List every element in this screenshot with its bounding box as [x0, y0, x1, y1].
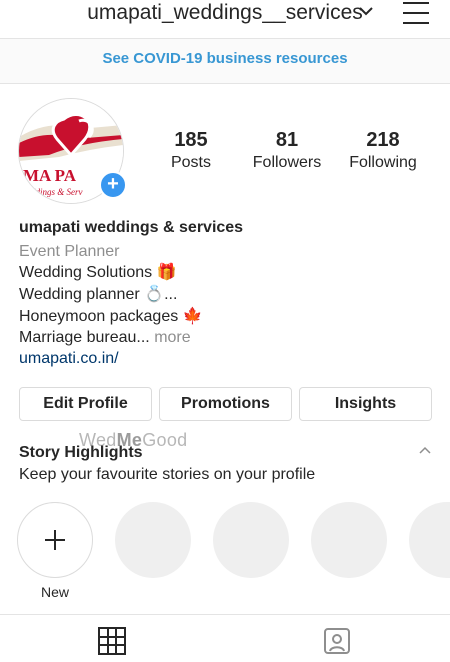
stat-followers[interactable]: 81 Followers [237, 128, 337, 174]
website-link[interactable]: umapati.co.in/ [19, 348, 119, 369]
username-label: umapati_weddings__services [87, 1, 363, 24]
profile-category: Event Planner [19, 243, 120, 260]
chevron-down-icon[interactable] [359, 6, 373, 16]
hamburger-menu-icon[interactable] [403, 2, 429, 24]
bio-line-2: Wedding planner 💍... [19, 286, 178, 303]
new-highlight-label: New [40, 584, 69, 600]
stat-posts[interactable]: 185 Posts [141, 128, 241, 174]
highlight-placeholder [213, 502, 289, 578]
grid-icon [98, 627, 126, 655]
followers-label: Followers [252, 154, 322, 171]
covid-resources-link[interactable]: See COVID-19 business resources [0, 39, 450, 79]
highlight-placeholder [409, 502, 450, 578]
account-switcher[interactable]: umapati_weddings__services [0, 0, 450, 26]
story-highlights-subtitle: Keep your favourite stories on your prof… [19, 466, 316, 483]
tagged-person-icon [324, 628, 350, 654]
followers-count: 81 [275, 129, 299, 151]
bio-line-1: Wedding Solutions 🎁 [19, 264, 177, 281]
gift-icon: 🎁 [156, 264, 177, 281]
highlight-placeholder [311, 502, 387, 578]
profile-name: umapati weddings & services [19, 219, 244, 236]
more-link[interactable]: more [154, 329, 190, 346]
maple-leaf-icon: 🍁 [182, 308, 203, 325]
posts-label: Posts [170, 154, 211, 171]
edit-profile-button[interactable]: Edit Profile [19, 387, 152, 421]
chevron-up-icon[interactable] [419, 446, 431, 456]
tab-tagged[interactable] [225, 615, 450, 662]
promotions-button[interactable]: Promotions [159, 387, 292, 421]
tab-grid[interactable] [0, 615, 225, 662]
following-count: 218 [366, 129, 400, 151]
logo-text: MA PA [23, 166, 77, 185]
ring-icon: 💍 [144, 286, 165, 303]
bio-line-3: Honeymoon packages 🍁 [19, 308, 203, 325]
insights-button[interactable]: Insights [299, 387, 432, 421]
highlight-placeholder [115, 502, 191, 578]
add-story-icon[interactable]: + [99, 171, 127, 199]
top-header: umapati_weddings__services [0, 0, 450, 39]
new-highlight-button[interactable] [17, 502, 93, 578]
logo-subtext: eddings & Serv [27, 187, 83, 197]
posts-count: 185 [174, 129, 208, 151]
story-highlights-title: Story Highlights [19, 444, 143, 461]
stat-following[interactable]: 218 Following [333, 128, 433, 174]
bio-line-4: Marriage bureau... more [19, 329, 191, 346]
following-label: Following [349, 154, 417, 171]
covid-banner: See COVID-19 business resources [0, 39, 450, 84]
profile-tabs [0, 614, 450, 662]
